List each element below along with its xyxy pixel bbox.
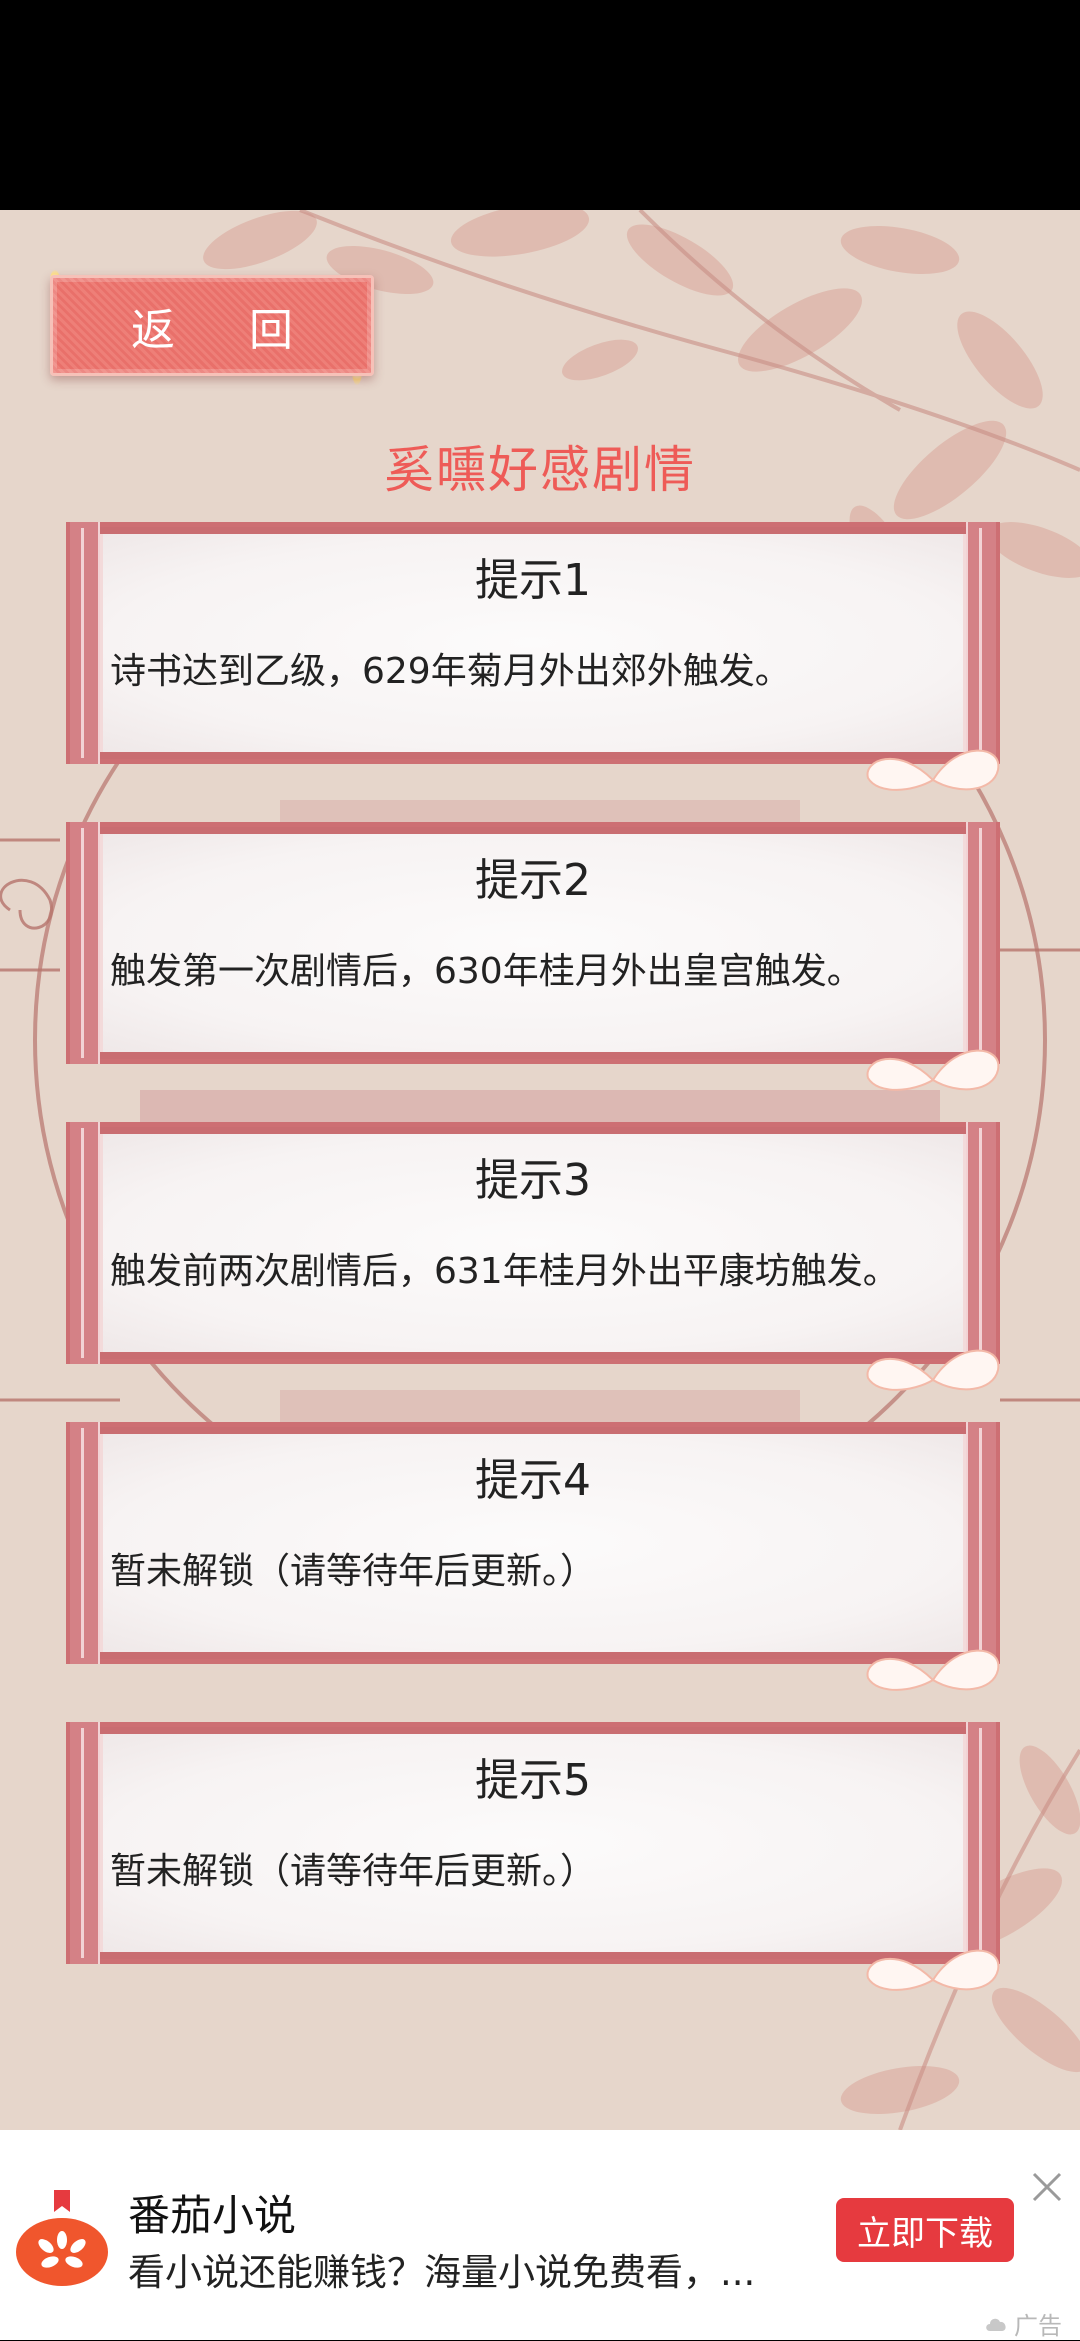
ad-tag: 广告 xyxy=(984,2306,1062,2341)
tomato-logo-icon xyxy=(16,2190,108,2286)
hint-card-5: 提示5 暂未解锁（请等待年后更新。） xyxy=(66,1722,1000,1964)
cloud-icon xyxy=(986,2318,1006,2331)
ad-tag-label: 广告 xyxy=(1014,2312,1062,2340)
butterfly-icon xyxy=(866,1949,1000,1991)
hint-text: 触发前两次剧情后，631年桂月外出平康坊触发。 xyxy=(110,1251,899,1292)
hint-card-4: 提示4 暂未解锁（请等待年后更新。） xyxy=(66,1422,1000,1664)
page-title: 奚曛好感剧情 xyxy=(384,441,696,499)
hint-title: 提示4 xyxy=(475,1455,591,1506)
hint-title: 提示5 xyxy=(475,1755,591,1806)
back-button[interactable]: 返 回 xyxy=(50,275,374,376)
close-icon[interactable] xyxy=(1030,2170,1064,2204)
hint-text: 诗书达到乙级，629年菊月外出郊外触发。 xyxy=(110,651,791,692)
butterfly-icon xyxy=(866,749,1000,791)
butterfly-icon xyxy=(866,1049,1000,1091)
ad-app-name: 番茄小说 xyxy=(128,2191,297,2240)
butterfly-icon xyxy=(866,1649,1000,1691)
butterfly-icon xyxy=(866,1349,1000,1391)
hint-card-3: 提示3 触发前两次剧情后，631年桂月外出平康坊触发。 xyxy=(66,1122,1000,1364)
ad-description: 看小说还能赚钱？海量小说免费看，... xyxy=(128,2251,756,2294)
hint-title: 提示2 xyxy=(475,855,591,906)
hint-card-1: 提示1 诗书达到乙级，629年菊月外出郊外触发。 xyxy=(66,522,1000,764)
ad-banner[interactable]: 番茄小说 看小说还能赚钱？海量小说免费看，... 立即下载 广告 xyxy=(0,2130,1080,2340)
hint-text: 暂未解锁（请等待年后更新。） xyxy=(110,1851,597,1892)
hint-card-2: 提示2 触发第一次剧情后，630年桂月外出皇宫触发。 xyxy=(66,822,1000,1064)
hint-title: 提示3 xyxy=(475,1155,591,1206)
status-bar-area xyxy=(0,0,1080,210)
hint-title: 提示1 xyxy=(475,555,591,606)
hint-text: 暂未解锁（请等待年后更新。） xyxy=(110,1551,597,1592)
hint-text: 触发第一次剧情后，630年桂月外出皇宫触发。 xyxy=(110,951,863,992)
download-button[interactable]: 立即下载 xyxy=(836,2198,1014,2262)
